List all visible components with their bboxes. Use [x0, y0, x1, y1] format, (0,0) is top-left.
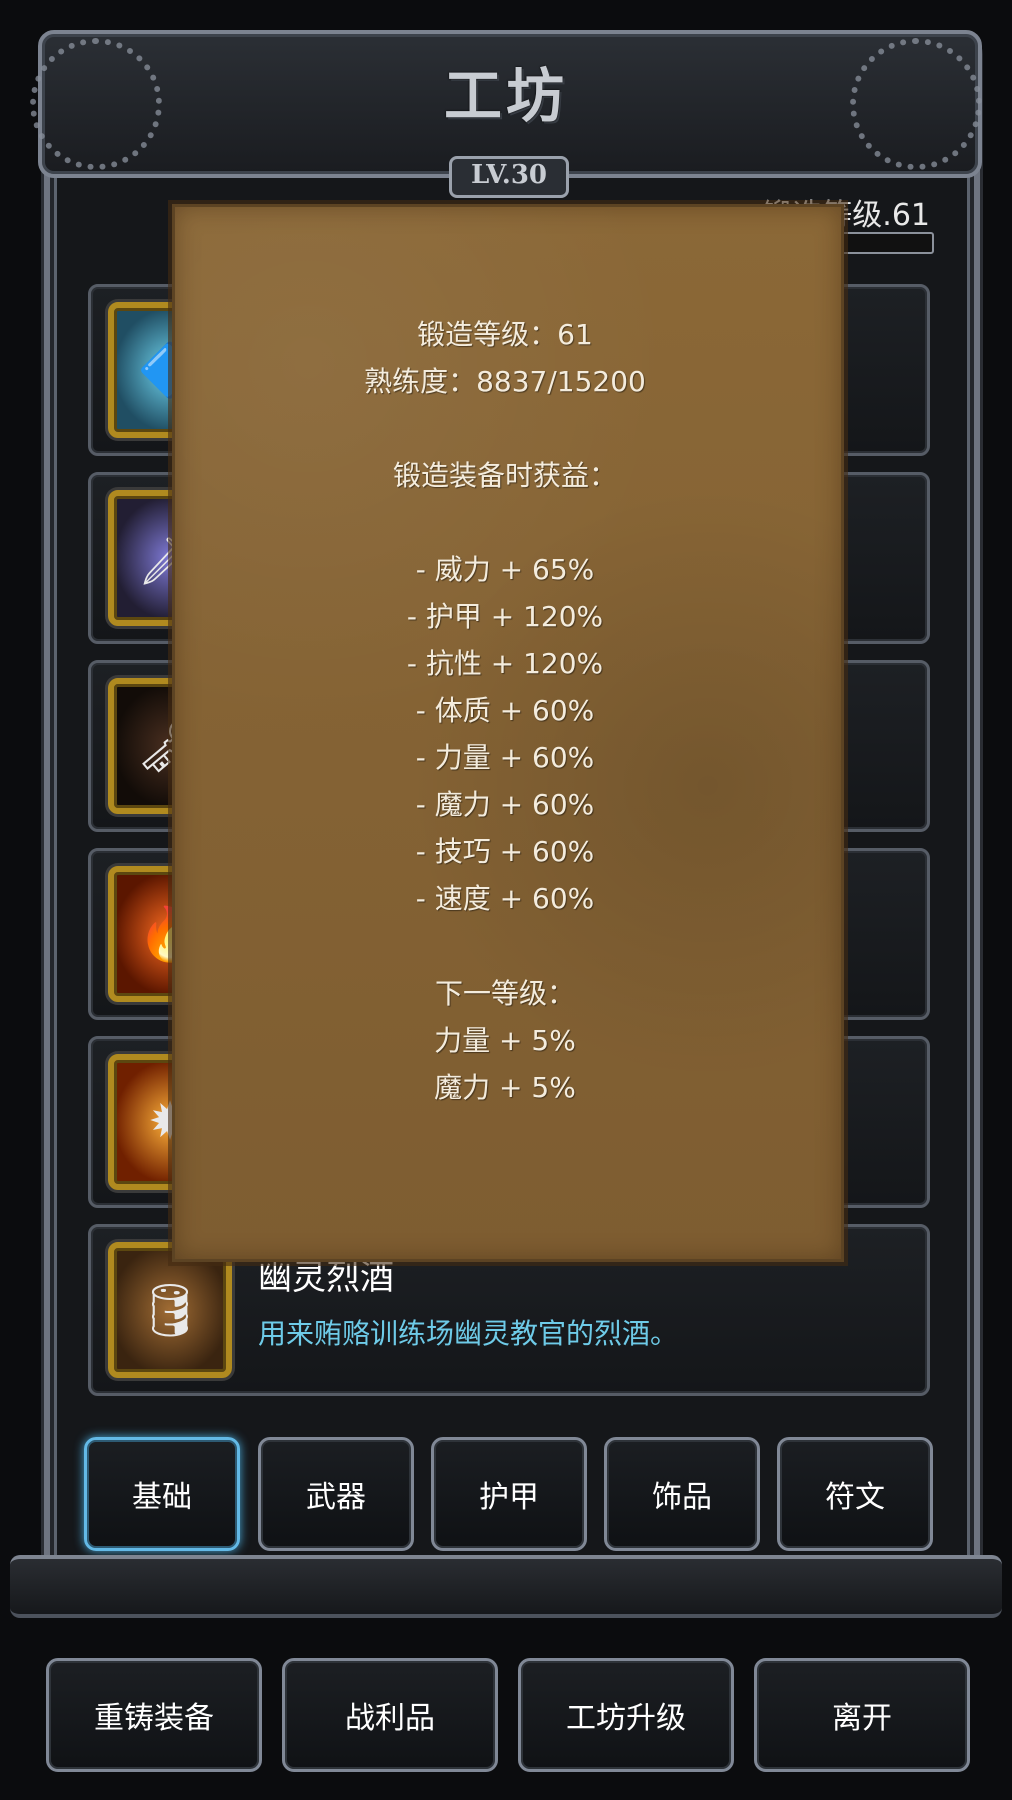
tab-rune[interactable]: 符文 — [777, 1437, 933, 1551]
popup-gain-title: 锻造装备时获益： — [392, 459, 617, 492]
tab-weapon[interactable]: 武器 — [258, 1437, 414, 1551]
popup-bonus: - 抗性 + 120% — [406, 647, 604, 680]
popup-proficiency: 熟练度：8837/15200 — [364, 365, 646, 398]
popup-forge-level: 锻造等级：61 — [417, 318, 593, 351]
barrel-icon: 🛢 — [108, 1242, 232, 1378]
popup-bonus: - 体质 + 60% — [415, 694, 595, 727]
chain-left-decoration — [30, 38, 162, 170]
popup-bonus: - 魔力 + 60% — [415, 788, 595, 821]
popup-next-bonus: 力量 + 5% — [434, 1024, 576, 1057]
workshop-level-badge: LV.30 — [449, 156, 569, 198]
popup-bonus: - 速度 + 60% — [415, 882, 595, 915]
page-title: 工坊 — [443, 62, 568, 130]
tab-accessory[interactable]: 饰品 — [604, 1437, 760, 1551]
workshop-upgrade-button[interactable]: 工坊升级 — [518, 1658, 734, 1772]
forge-progress-bar — [838, 232, 934, 254]
popup-next-bonus: 魔力 + 5% — [434, 1071, 576, 1104]
item-desc: 用来贿赂训练场幽灵教官的烈酒。 — [258, 1317, 679, 1350]
leave-button[interactable]: 离开 — [754, 1658, 970, 1772]
popup-bonus: - 力量 + 60% — [415, 741, 595, 774]
popup-bonus: - 护甲 + 120% — [406, 600, 604, 633]
reforge-button[interactable]: 重铸装备 — [46, 1658, 262, 1772]
footer-ornament — [10, 1555, 1002, 1618]
tab-basic[interactable]: 基础 — [84, 1437, 240, 1551]
tab-armor[interactable]: 护甲 — [431, 1437, 587, 1551]
popup-bonus: - 威力 + 65% — [415, 553, 595, 586]
popup-next-title: 下一等级： — [434, 977, 575, 1010]
chain-right-decoration — [850, 38, 982, 170]
popup-bonus: - 技巧 + 60% — [415, 835, 595, 868]
loot-button[interactable]: 战利品 — [282, 1658, 498, 1772]
